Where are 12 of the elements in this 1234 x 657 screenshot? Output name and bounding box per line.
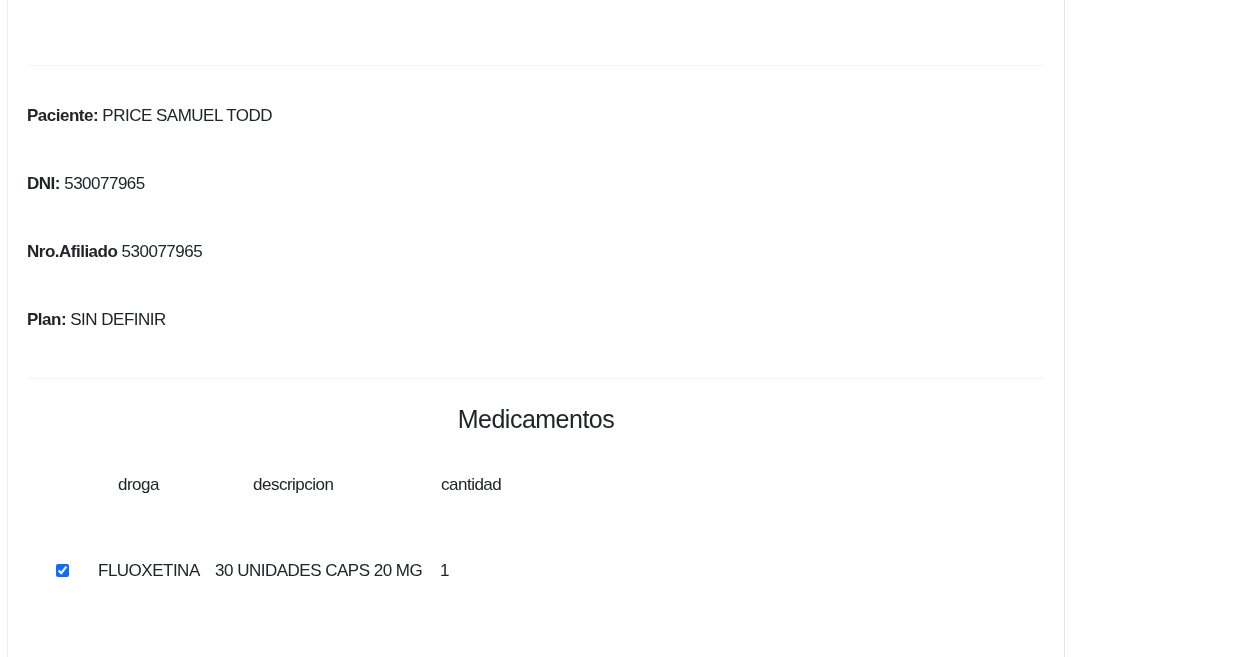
field-text: Plan: SIN DEFINIR <box>27 309 166 332</box>
column-header: droga <box>118 473 161 496</box>
table-cell-text: 1 <box>440 559 449 582</box>
column-header: descripcion <box>253 473 335 496</box>
field-text: Paciente: PRICE SAMUEL TODD <box>27 105 273 128</box>
table-cell-text: 30 UNIDADES CAPS 20 MG <box>215 559 424 582</box>
row-checkbox[interactable] <box>56 564 69 577</box>
column-header: cantidad <box>441 473 503 496</box>
field-text: Nro.Afiliado 530077965 <box>27 241 203 264</box>
section-title: Medicamentos <box>456 404 616 435</box>
field-text: DNI: 530077965 <box>27 173 145 196</box>
table-cell-text: FLUOXETINA <box>98 559 201 582</box>
